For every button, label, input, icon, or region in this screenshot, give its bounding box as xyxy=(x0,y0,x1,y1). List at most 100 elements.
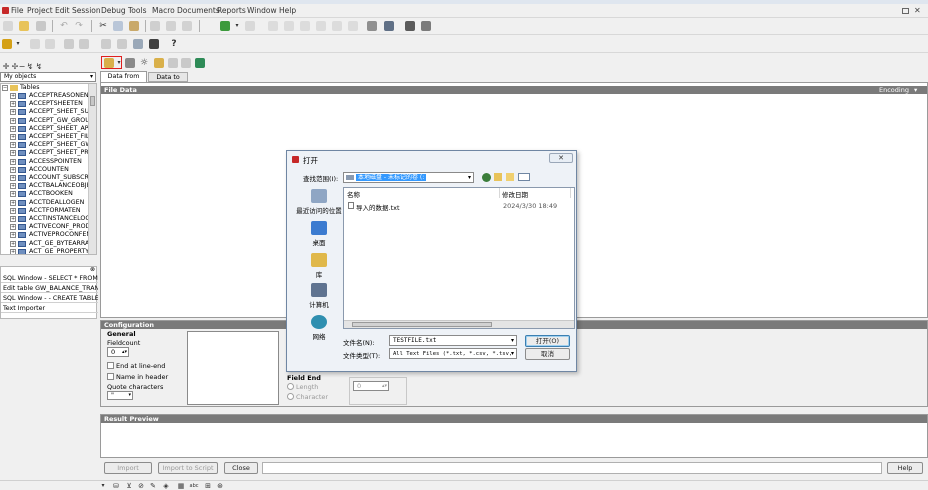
menu-tools[interactable]: Tools xyxy=(128,6,146,15)
character-radio[interactable] xyxy=(287,393,294,400)
expand-icon[interactable]: + xyxy=(10,240,16,247)
tree-table-item[interactable]: + ACCTBOOKEN xyxy=(1,190,89,198)
tab-data-to-oracle[interactable]: Data to Oracle xyxy=(148,72,188,90)
menu-debug[interactable]: Debug xyxy=(101,6,126,15)
tree-table-item[interactable]: + ACTIVEPROCONFEN xyxy=(1,231,89,239)
db-c-icon[interactable] xyxy=(101,39,111,49)
copy-icon[interactable] xyxy=(113,21,123,31)
tool-i-icon[interactable] xyxy=(405,21,415,31)
help-icon[interactable]: ? xyxy=(168,39,180,49)
link-icon[interactable]: ⊛ xyxy=(214,481,226,490)
place-library[interactable]: 库 xyxy=(293,253,345,279)
expand-icon[interactable]: + xyxy=(10,109,16,116)
filter-icon[interactable]: ⊻ xyxy=(123,481,135,490)
fields-list[interactable] xyxy=(187,331,279,405)
help-button[interactable]: Help xyxy=(887,462,923,474)
grid-icon[interactable]: ▦ xyxy=(175,481,187,490)
menu-window[interactable]: Window xyxy=(247,6,277,15)
tree-table-item[interactable]: + ACCOUNTEN xyxy=(1,166,89,174)
tree-table-item[interactable]: + ACCEPT_SHEET_APPO xyxy=(1,125,89,133)
new-folder-icon[interactable] xyxy=(506,173,514,181)
tree-table-item[interactable]: + ACCTFORMATEN xyxy=(1,207,89,215)
import-button[interactable]: Import xyxy=(104,462,152,474)
expand-icon[interactable]: + xyxy=(10,134,16,140)
tree-table-item[interactable]: + ACCOUNT_SUBSCRIBI xyxy=(1,174,89,182)
tool-d-icon[interactable] xyxy=(316,21,326,31)
expand-icon[interactable]: + xyxy=(10,101,16,108)
look-in-select[interactable]: 本地磁盘 - 未标记的卷 (: ▾ xyxy=(343,172,474,183)
tool-c-icon[interactable] xyxy=(300,21,310,31)
redo-icon[interactable]: ↷ xyxy=(73,21,85,31)
tool-a-icon[interactable] xyxy=(268,21,278,31)
column-name-header[interactable]: 名称 xyxy=(347,189,360,199)
end-at-line-end-checkbox[interactable] xyxy=(107,362,114,369)
menu-file[interactable]: File xyxy=(11,6,24,15)
file-list-scrollbar[interactable] xyxy=(344,320,574,328)
view-menu-icon[interactable] xyxy=(518,173,530,181)
import-b-icon[interactable]: ☼ xyxy=(138,58,150,68)
expand-icon[interactable]: + xyxy=(10,248,16,254)
tree-table-item[interactable]: + ACT_GE_PROPERTY xyxy=(1,248,89,254)
expand-icon[interactable]: + xyxy=(10,207,16,214)
paste-icon[interactable] xyxy=(129,21,139,31)
clear-icon[interactable]: ⊘ xyxy=(135,481,147,490)
quote-characters-select[interactable]: " ▾ xyxy=(107,391,133,400)
expand-icon[interactable]: + xyxy=(10,117,16,124)
import-d-icon[interactable] xyxy=(168,58,178,68)
abc-icon[interactable]: abc xyxy=(188,481,200,490)
tree-table-item[interactable]: + ACCEPTSHEETEN xyxy=(1,100,89,108)
db-e-icon[interactable] xyxy=(133,39,143,49)
pin-icon[interactable]: ⊗ xyxy=(90,266,95,273)
expand-icon[interactable]: + xyxy=(10,142,16,149)
find-icon[interactable] xyxy=(166,21,176,31)
place-recent[interactable]: 最近访问的位置 xyxy=(293,189,345,215)
scroll-thumb[interactable] xyxy=(90,96,95,106)
key-icon[interactable] xyxy=(2,39,12,49)
import-a-icon[interactable] xyxy=(125,58,135,68)
save-icon[interactable] xyxy=(36,21,46,31)
tab-data-from-textfile[interactable]: Data from Textfile xyxy=(100,71,147,90)
import-f-icon[interactable] xyxy=(195,58,205,68)
filter-b-icon[interactable]: ↯ xyxy=(33,62,45,72)
menu-reports[interactable]: Reports xyxy=(217,6,246,15)
key-dropdown-icon[interactable]: ▾ xyxy=(12,39,24,49)
expand-icon[interactable]: − xyxy=(2,85,8,91)
mark-icon[interactable]: ✎ xyxy=(147,481,159,490)
tree-table-item[interactable]: + ACCEPT_GW_GROUP_ xyxy=(1,117,89,125)
tree-table-item[interactable]: + ACCTBALANCEOBJEN xyxy=(1,182,89,190)
tool-h-icon[interactable] xyxy=(384,21,394,31)
menu-project[interactable]: Project xyxy=(27,6,53,15)
tool-b-icon[interactable] xyxy=(284,21,294,31)
expand-icon[interactable]: + xyxy=(10,232,16,239)
tree-root-tables[interactable]: − Tables xyxy=(1,84,91,92)
close-button[interactable]: Close xyxy=(224,462,258,474)
window-item[interactable]: SQL Window - - CREATE TABLE CRI xyxy=(1,294,98,303)
window-item[interactable]: Text Importer xyxy=(1,304,98,313)
expand-icon[interactable]: + xyxy=(10,191,16,198)
stop-icon[interactable] xyxy=(245,21,255,31)
open-button[interactable]: 打开(O) xyxy=(525,335,570,347)
expand-icon[interactable]: + xyxy=(10,158,16,165)
expand-icon[interactable]: + xyxy=(10,224,16,231)
tree-table-item[interactable]: + ACT_GE_BYTEARRAY xyxy=(1,240,89,248)
commit-icon[interactable] xyxy=(30,39,40,49)
expand-icon[interactable]: + xyxy=(10,199,16,206)
tree-table-item[interactable]: + ACCEPT_SHEET_GW_ xyxy=(1,141,89,149)
print-icon[interactable] xyxy=(150,21,160,31)
tree-table-item[interactable]: + ACCEPT_SHEET_SUBSI xyxy=(1,108,89,116)
window-restore-icon[interactable] xyxy=(902,8,909,14)
open-icon[interactable] xyxy=(19,21,29,31)
new-icon[interactable] xyxy=(3,21,13,31)
expand-icon[interactable]: + xyxy=(10,150,16,157)
open-file-dropdown-icon[interactable]: ▾ xyxy=(113,58,125,68)
expand-icon[interactable]: + xyxy=(10,166,16,173)
fieldcount-stepper[interactable]: 0 ▴▾ xyxy=(107,347,129,357)
tree-table-item[interactable]: + ACTIVECONF_PRODUK xyxy=(1,223,89,231)
tool-j-icon[interactable] xyxy=(421,21,431,31)
encoding-label[interactable]: Encoding xyxy=(879,86,909,94)
menu-documents[interactable]: Documents xyxy=(177,6,220,15)
menu-edit[interactable]: Edit xyxy=(55,6,70,15)
file-row[interactable]: 导入的数据.txt 2024/3/30 18:49 xyxy=(346,201,566,212)
encoding-dropdown-icon[interactable]: ▾ xyxy=(914,86,917,94)
filename-input[interactable]: TESTFILE.txt ▾ xyxy=(389,335,517,346)
